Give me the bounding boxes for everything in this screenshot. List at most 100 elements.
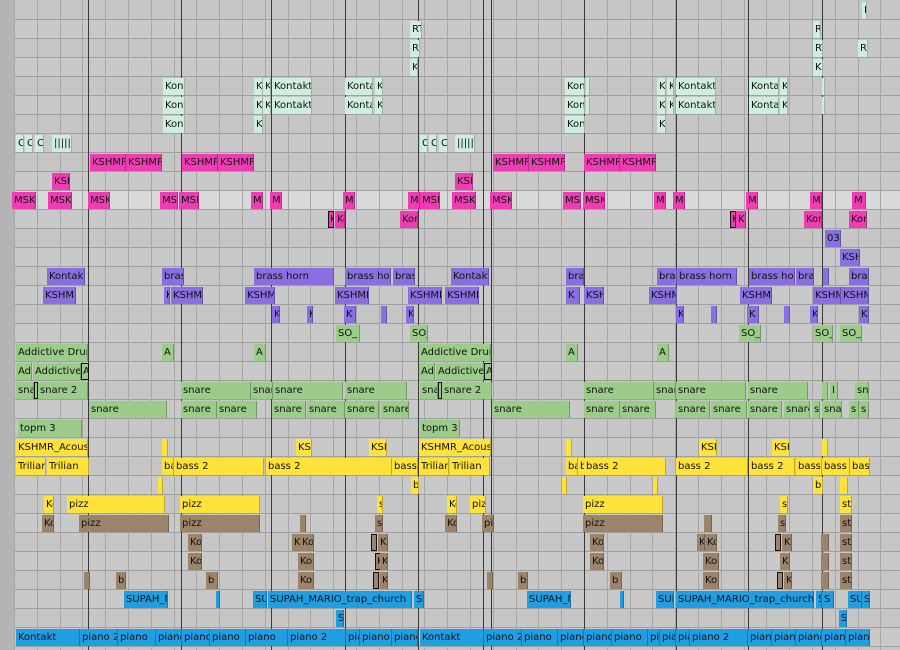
clip[interactable]: M (746, 192, 758, 209)
clip[interactable]: Trilian (16, 458, 46, 475)
clip[interactable]: snare (492, 401, 570, 418)
clip[interactable]: SUPAH (253, 591, 267, 608)
clip[interactable]: MSK (179, 192, 199, 209)
clip[interactable]: pizz (482, 515, 494, 532)
clip[interactable]: piano (522, 629, 558, 646)
clip[interactable]: M (251, 192, 263, 209)
clip[interactable]: A (566, 344, 578, 361)
clip[interactable]: bass 2 (749, 458, 795, 475)
clip[interactable]: KSHMR (740, 287, 772, 304)
clip[interactable] (822, 382, 828, 399)
clip[interactable]: bass (162, 458, 174, 475)
clip[interactable]: str (840, 534, 852, 551)
clip[interactable]: SUPAH_MARIO_trap_church (676, 591, 814, 608)
clip[interactable] (162, 439, 168, 456)
clip[interactable]: b (813, 477, 823, 494)
clip[interactable] (371, 534, 377, 551)
clip[interactable]: K (328, 211, 334, 228)
clip[interactable]: b (411, 477, 419, 494)
clip[interactable]: Addictive (436, 363, 484, 380)
clip[interactable]: SUPAH (656, 591, 674, 608)
clip[interactable]: K (667, 78, 674, 95)
clip[interactable]: MSK (452, 192, 476, 209)
clip[interactable]: bass (850, 458, 870, 475)
clip[interactable]: KSHMR (584, 287, 604, 304)
clip[interactable]: KSHMR_Acoustic (419, 439, 491, 456)
clip[interactable]: Addictive (16, 363, 32, 380)
clip[interactable]: snare 2 (38, 382, 88, 399)
clip[interactable]: K (736, 211, 746, 228)
clip[interactable]: K (676, 306, 684, 323)
clip[interactable] (784, 306, 790, 323)
clip[interactable]: Ko (188, 553, 202, 570)
clip[interactable]: piano 2 (484, 629, 522, 646)
clip[interactable]: C (25, 135, 33, 152)
clip[interactable]: b (518, 572, 528, 589)
clip[interactable]: piano (246, 629, 288, 646)
clip[interactable] (566, 439, 572, 456)
clip[interactable]: K (810, 306, 818, 323)
clip[interactable] (158, 477, 163, 494)
clip[interactable]: R' (858, 40, 868, 57)
clip[interactable]: C (429, 135, 437, 152)
clip[interactable]: ||||||| (52, 135, 72, 152)
clip[interactable]: Kontakt (804, 211, 822, 228)
clip[interactable]: K (380, 553, 388, 570)
clip[interactable]: piano (796, 629, 822, 646)
clip[interactable] (620, 591, 624, 608)
clip[interactable]: Addictive Drums (419, 344, 491, 361)
clip[interactable]: brass horn (749, 268, 795, 285)
clip[interactable]: S (336, 610, 344, 627)
clip[interactable]: snare (345, 382, 407, 399)
clip[interactable]: snare (251, 382, 273, 399)
clip[interactable]: KSHMR (182, 154, 218, 171)
clip[interactable]: Ko (300, 534, 314, 551)
clip[interactable]: Kontakt (565, 97, 585, 114)
clip[interactable]: bass 2 (174, 458, 264, 475)
clip[interactable]: pizz (180, 496, 260, 513)
track-lane[interactable] (0, 1, 900, 20)
clip[interactable]: K (697, 534, 705, 551)
clip[interactable]: piano 2 (690, 629, 748, 646)
clip[interactable]: Trilian (419, 458, 449, 475)
clip[interactable]: R (813, 21, 821, 38)
clip[interactable]: M (810, 192, 822, 209)
clip[interactable]: brass horn (345, 268, 391, 285)
clip[interactable]: snare (217, 401, 257, 418)
clip[interactable]: s (375, 515, 383, 532)
clip[interactable]: bass (822, 458, 850, 475)
clip[interactable]: S (822, 591, 834, 608)
clip[interactable]: piano 2 (80, 629, 118, 646)
clip[interactable]: SO_ (840, 325, 862, 342)
clip[interactable]: snare (272, 401, 306, 418)
clip[interactable]: Ko (445, 515, 457, 532)
clip[interactable] (704, 515, 712, 532)
clip[interactable]: piano (748, 629, 772, 646)
clip[interactable]: KSHMR (171, 287, 203, 304)
clip[interactable]: K (566, 287, 580, 304)
clip[interactable]: K (375, 78, 383, 95)
clip[interactable] (823, 268, 829, 285)
clip[interactable]: Ko (44, 496, 54, 513)
clip[interactable]: MSK (420, 192, 440, 209)
clip[interactable]: piano (346, 629, 360, 646)
clip[interactable]: MSK (88, 192, 110, 209)
clip[interactable]: piano (676, 629, 690, 646)
clip[interactable]: Kontakt (163, 78, 185, 95)
clip[interactable] (821, 553, 829, 570)
clip[interactable]: snare 2 (442, 382, 492, 399)
clip[interactable]: K (859, 306, 869, 323)
clip[interactable]: KSHMR (584, 154, 620, 171)
clip[interactable]: s (849, 401, 859, 418)
clip[interactable] (216, 591, 220, 608)
clip[interactable]: brass (796, 268, 814, 285)
clip[interactable]: ||||||| (455, 135, 475, 152)
clip[interactable]: str (840, 553, 852, 570)
clip[interactable]: piano (156, 629, 182, 646)
clip[interactable]: Kontakt (272, 78, 312, 95)
clip[interactable]: Kontakt (163, 97, 185, 114)
clip[interactable]: SUPAH_MARIO_trap_church (527, 591, 571, 608)
clip[interactable]: KSHMR_Acoustic (16, 439, 88, 456)
clip[interactable]: K (254, 97, 263, 114)
clip[interactable] (777, 572, 783, 589)
